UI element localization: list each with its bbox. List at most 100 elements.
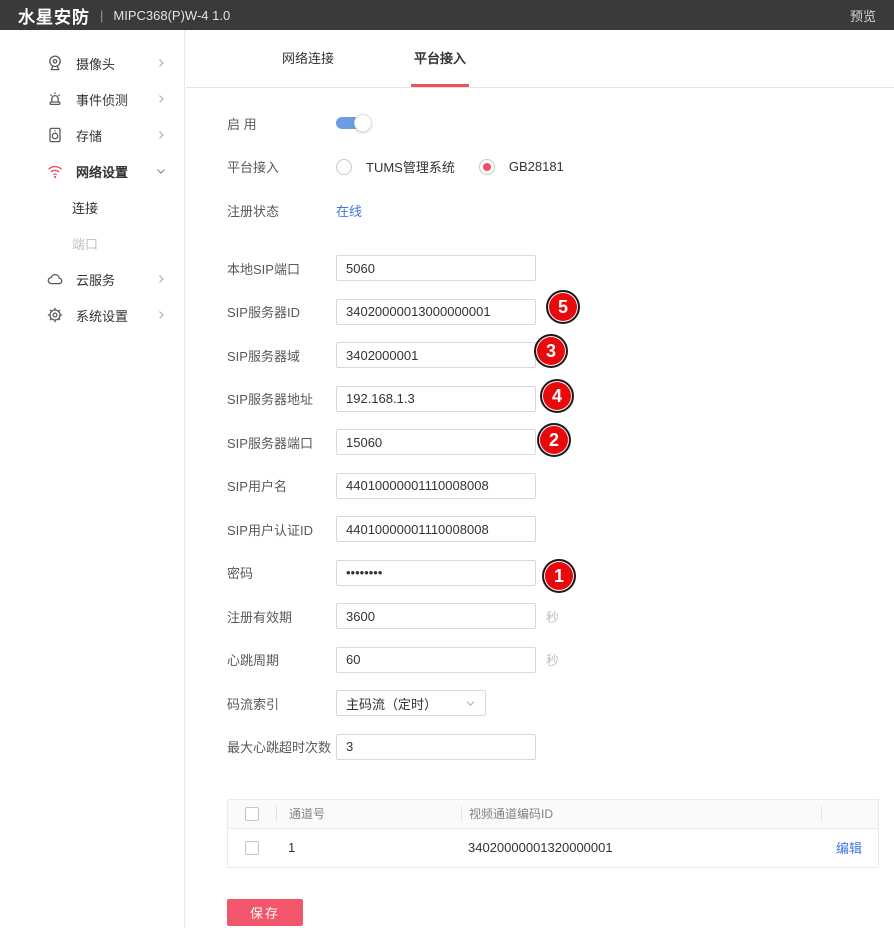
sidebar-item-storage[interactable]: 存储 (0, 117, 184, 153)
heartbeat-period-row: 心跳周期 秒 (227, 647, 894, 673)
seconds-unit-label: 秒 (546, 650, 559, 669)
field-label: 注册有效期 (227, 607, 336, 626)
field-label: 心跳周期 (227, 650, 336, 669)
annotation-badge-4: 4 (540, 379, 574, 413)
stream-index-select[interactable]: 主码流（定时） (336, 690, 486, 716)
enable-row: 启 用 (227, 110, 894, 136)
sip-server-port-input[interactable] (336, 429, 536, 455)
sidebar-item-label: 摄像头 (76, 54, 156, 73)
sidebar: 摄像头 事件侦测 存储 (0, 30, 185, 928)
annotation-badge-3: 3 (534, 334, 568, 368)
field-label: SIP服务器ID (227, 302, 336, 321)
preview-link[interactable]: 预览 (850, 6, 876, 25)
tab-bar: 网络连接 平台接入 (186, 30, 894, 88)
encode-id-column-header: 视频通道编码ID (461, 806, 821, 822)
top-bar: 水星安防 | MIPC368(P)W-4 1.0 预览 (0, 0, 894, 30)
enable-label: 启 用 (227, 114, 336, 133)
sidebar-item-label: 系统设置 (76, 306, 156, 325)
toggle-knob (354, 114, 372, 132)
sip-auth-id-input[interactable] (336, 516, 536, 542)
sidebar-item-label: 云服务 (76, 270, 156, 289)
annotation-badge-1: 1 (542, 559, 576, 593)
select-value: 主码流（定时） (346, 694, 465, 713)
cloud-icon (46, 270, 64, 288)
chevron-right-icon (156, 94, 166, 104)
field-label: SIP服务器端口 (227, 433, 336, 452)
annotation-badge-5: 5 (546, 290, 580, 324)
seconds-unit-label: 秒 (546, 607, 559, 626)
sip-server-domain-input[interactable] (336, 342, 536, 368)
storage-icon (46, 126, 64, 144)
save-button[interactable]: 保存 (227, 899, 303, 926)
register-validity-input[interactable] (336, 603, 536, 629)
platform-label: 平台接入 (227, 157, 336, 176)
sip-username-row: SIP用户名 (227, 473, 894, 499)
chevron-down-icon (465, 698, 476, 709)
chevron-right-icon (156, 130, 166, 140)
sidebar-item-network-settings[interactable]: 网络设置 (0, 153, 184, 189)
field-label: SIP服务器域 (227, 346, 336, 365)
sidebar-item-system-settings[interactable]: 系统设置 (0, 297, 184, 333)
tab-platform-access[interactable]: 平台接入 (411, 48, 469, 87)
radio-circle (336, 159, 352, 175)
topbar-divider: | (100, 8, 103, 23)
encode-id-cell: 34020000001320000001 (461, 840, 821, 855)
field-label: 密码 (227, 563, 336, 582)
chevron-right-icon (156, 310, 166, 320)
page: 水星安防 | MIPC368(P)W-4 1.0 预览 摄像头 (0, 0, 894, 928)
local-sip-port-row: 本地SIP端口 (227, 255, 894, 281)
field-label: SIP用户认证ID (227, 520, 336, 539)
platform-row: 平台接入 TUMS管理系统 GB28181 (227, 154, 894, 180)
chevron-right-icon (156, 274, 166, 284)
stream-index-row: 码流索引 主码流（定时） (227, 690, 894, 716)
gear-icon (46, 306, 64, 324)
sidebar-subitem-port[interactable]: 端口 (0, 225, 184, 261)
sidebar-item-label: 事件侦测 (76, 90, 156, 109)
action-column-header (821, 806, 878, 822)
channel-cell: 1 (276, 840, 461, 855)
sidebar-item-camera[interactable]: 摄像头 (0, 45, 184, 81)
max-heartbeat-timeout-row: 最大心跳超时次数 (227, 734, 894, 760)
table-header: 通道号 视频通道编码ID (228, 800, 878, 828)
chevron-down-icon (156, 166, 166, 176)
field-label: SIP用户名 (227, 476, 336, 495)
status-label: 注册状态 (227, 201, 336, 220)
radio-gb28181[interactable]: GB28181 (479, 159, 564, 175)
sidebar-item-cloud-service[interactable]: 云服务 (0, 261, 184, 297)
row-checkbox[interactable] (245, 841, 259, 855)
sip-server-address-input[interactable] (336, 386, 536, 412)
platform-access-form: 启 用 平台接入 TUMS管理系统 GB28181 (186, 88, 894, 760)
sidebar-item-event-detection[interactable]: 事件侦测 (0, 81, 184, 117)
status-value[interactable]: 在线 (336, 201, 362, 220)
radio-tums[interactable]: TUMS管理系统 (336, 157, 455, 176)
platform-radio-group: TUMS管理系统 GB28181 (336, 157, 588, 176)
sip-server-id-input[interactable] (336, 299, 536, 325)
wifi-icon (46, 162, 64, 180)
select-all-checkbox[interactable] (245, 807, 259, 821)
channel-table: 通道号 视频通道编码ID 1 34020000001320000001 编辑 (227, 799, 879, 868)
sidebar-subitem-connection[interactable]: 连接 (0, 189, 184, 225)
radio-label: GB28181 (509, 159, 564, 174)
channel-column-header: 通道号 (276, 806, 461, 822)
enable-toggle[interactable] (336, 114, 372, 132)
local-sip-port-input[interactable] (336, 255, 536, 281)
max-heartbeat-timeout-input[interactable] (336, 734, 536, 760)
heartbeat-period-input[interactable] (336, 647, 536, 673)
password-input[interactable] (336, 560, 536, 586)
sidebar-subitem-label: 连接 (72, 198, 98, 217)
main-content: 网络连接 平台接入 启 用 平台接入 TUMS管理系统 (186, 30, 894, 928)
annotation-badge-2: 2 (537, 423, 571, 457)
chevron-right-icon (156, 58, 166, 68)
field-label: SIP服务器地址 (227, 389, 336, 408)
sidebar-item-label: 网络设置 (76, 162, 156, 181)
sip-auth-id-row: SIP用户认证ID (227, 516, 894, 542)
camera-icon (46, 54, 64, 72)
brand-logo: 水星安防 (18, 3, 90, 28)
edit-link[interactable]: 编辑 (836, 841, 862, 856)
sip-username-input[interactable] (336, 473, 536, 499)
device-model: MIPC368(P)W-4 1.0 (113, 8, 230, 23)
field-label: 码流索引 (227, 694, 336, 713)
tab-network-connection[interactable]: 网络连接 (279, 48, 337, 87)
field-label: 最大心跳超时次数 (227, 737, 336, 756)
sidebar-subitem-label: 端口 (72, 234, 98, 253)
